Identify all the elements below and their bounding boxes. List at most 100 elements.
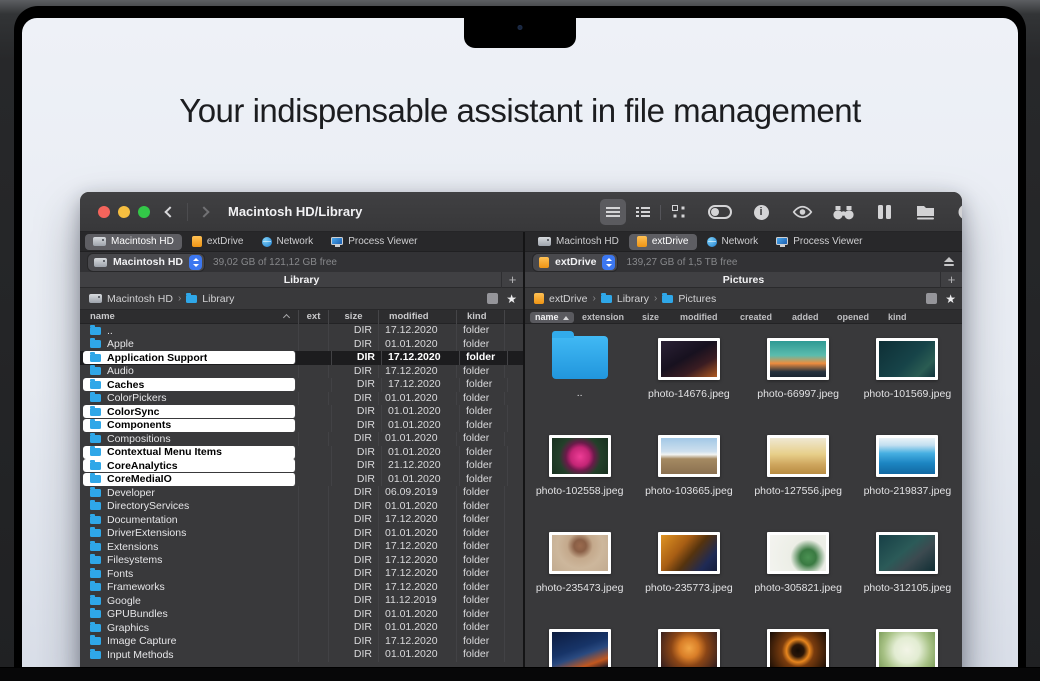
file-row-colorpickers[interactable]: ColorPickersDIR01.01.2020folder [80, 392, 523, 406]
column-header-ext[interactable]: ext [299, 310, 329, 324]
column-header-name[interactable]: name [530, 312, 574, 323]
toggle-button[interactable] [707, 199, 733, 225]
column-header-opened[interactable]: opened [832, 312, 874, 323]
file-row-coreanalytics[interactable]: CoreAnalyticsDIR21.12.2020folder [80, 459, 523, 473]
breadcrumb-item-library[interactable]: Library [601, 293, 649, 305]
drive-icon [89, 294, 102, 303]
grid-item-label: photo-219837.jpeg [864, 485, 952, 498]
grid-item-photo-235773-jpeg[interactable]: photo-235773.jpeg [634, 518, 743, 615]
file-row-audio[interactable]: AudioDIR17.12.2020folder [80, 365, 523, 379]
file-row-application-support[interactable]: Application SupportDIR17.12.2020folder [80, 351, 523, 365]
column-header-modified[interactable]: modified [379, 310, 457, 324]
column-header-kind[interactable]: kind [883, 312, 912, 323]
file-row-gpubundles[interactable]: GPUBundlesDIR01.01.2020folder [80, 608, 523, 622]
close-button[interactable] [98, 206, 110, 218]
view-detail-icon [636, 207, 639, 210]
column-header-added[interactable]: added [787, 312, 824, 323]
grid-item-photo-66997-jpeg[interactable]: photo-66997.jpeg [744, 324, 853, 421]
file-row-fonts[interactable]: FontsDIR17.12.2020folder [80, 567, 523, 581]
column-header-created[interactable]: created [735, 312, 777, 323]
file-row-image-capture[interactable]: Image CaptureDIR17.12.2020folder [80, 635, 523, 649]
favorites-button[interactable] [506, 293, 517, 305]
dual-pane-button[interactable] [871, 199, 897, 225]
tab-network[interactable]: Network [699, 234, 767, 250]
grid-item-photo-101569-jpeg[interactable]: photo-101569.jpeg [853, 324, 962, 421]
file-row-coremediaio[interactable]: CoreMediaIODIR01.01.2020folder [80, 473, 523, 487]
eject-button[interactable] [943, 257, 954, 268]
network-share-button[interactable] [912, 199, 938, 225]
file-row-contextual-menu-items[interactable]: Contextual Menu ItemsDIR01.01.2020folder [80, 446, 523, 460]
breadcrumb-tools [487, 293, 517, 305]
file-row-documentation[interactable]: DocumentationDIR17.12.2020folder [80, 513, 523, 527]
file-row-input-methods[interactable]: Input MethodsDIR01.01.2020folder [80, 648, 523, 662]
select-button[interactable] [487, 293, 498, 304]
network-share-icon [916, 205, 935, 220]
grid-item-photo-103665-jpeg[interactable]: photo-103665.jpeg [634, 421, 743, 518]
right-column-headers: nameextension size modified created added ope… [525, 310, 962, 324]
column-header-size[interactable]: size [637, 312, 664, 323]
tab-macintosh-hd[interactable]: Macintosh HD [530, 234, 627, 250]
column-header-size[interactable]: size [329, 310, 379, 324]
file-row-apple[interactable]: AppleDIR01.01.2020folder [80, 338, 523, 352]
view-grid-button[interactable] [666, 199, 692, 225]
window-titlebar[interactable]: Macintosh HD/Library [80, 192, 962, 232]
info-button[interactable] [748, 199, 774, 225]
column-header-modified[interactable]: modified [675, 312, 723, 323]
file-row-components[interactable]: ComponentsDIR01.01.2020folder [80, 419, 523, 433]
column-header-extension[interactable]: extension [577, 312, 629, 323]
file-row-google[interactable]: GoogleDIR11.12.2019folder [80, 594, 523, 608]
file-row-driverextensions[interactable]: DriverExtensionsDIR01.01.2020folder [80, 527, 523, 541]
favorites-button[interactable] [945, 293, 956, 305]
breadcrumb-item-macintosh-hd[interactable]: Macintosh HD [89, 293, 173, 305]
new-tab-button[interactable] [940, 272, 962, 288]
grid-item--[interactable]: .. [525, 324, 634, 421]
breadcrumb-item-extdrive[interactable]: extDrive [534, 293, 588, 305]
forward-button[interactable] [198, 206, 209, 217]
volume-selector[interactable]: Macintosh HD [88, 254, 204, 271]
minimize-button[interactable] [118, 206, 130, 218]
file-row-compositions[interactable]: CompositionsDIR01.01.2020folder [80, 432, 523, 446]
tab-extdrive[interactable]: extDrive [629, 234, 697, 250]
file-row--[interactable]: ..DIR17.12.2020folder [80, 324, 523, 338]
screen-content: Your indispensable assistant in file man… [22, 18, 1018, 681]
file-row-frameworks[interactable]: FrameworksDIR17.12.2020folder [80, 581, 523, 595]
preview-button[interactable] [789, 199, 815, 225]
grid-item-photo-102558-jpeg[interactable]: photo-102558.jpeg [525, 421, 634, 518]
column-header-kind[interactable]: kind [457, 310, 505, 324]
grid-item-photo-235473-jpeg[interactable]: photo-235473.jpeg [525, 518, 634, 615]
file-name-cell: Components [83, 419, 296, 432]
breadcrumb-item-pictures[interactable]: Pictures [662, 293, 716, 305]
file-row-developer[interactable]: DeveloperDIR06.09.2019folder [80, 486, 523, 500]
file-name-cell: Documentation [80, 513, 299, 527]
download-button[interactable] [953, 199, 962, 225]
grid-item-photo-14676-jpeg[interactable]: photo-14676.jpeg [634, 324, 743, 421]
back-button[interactable] [164, 206, 175, 217]
grid-item-photo-127556-jpeg[interactable]: photo-127556.jpeg [744, 421, 853, 518]
tab-extdrive[interactable]: extDrive [184, 234, 252, 250]
file-row-colorsync[interactable]: ColorSyncDIR01.01.2020folder [80, 405, 523, 419]
view-detail-button[interactable] [629, 199, 655, 225]
grid-item-photo-312105-jpeg[interactable]: photo-312105.jpeg [853, 518, 962, 615]
new-tab-button[interactable] [501, 272, 523, 288]
volume-selector[interactable]: extDrive [533, 254, 617, 271]
tab-network[interactable]: Network [254, 234, 322, 250]
breadcrumb-item-library[interactable]: Library [186, 293, 234, 305]
select-button[interactable] [926, 293, 937, 304]
grid-item-photo-305821-jpeg[interactable]: photo-305821.jpeg [744, 518, 853, 615]
file-row-extensions[interactable]: ExtensionsDIR17.12.2020folder [80, 540, 523, 554]
grid-item-label: photo-14676.jpeg [648, 388, 730, 401]
grid-item-photo-219837-jpeg[interactable]: photo-219837.jpeg [853, 421, 962, 518]
column-header-name[interactable]: name [80, 310, 299, 324]
file-row-filesystems[interactable]: FilesystemsDIR17.12.2020folder [80, 554, 523, 568]
tab-process-viewer[interactable]: Process Viewer [768, 234, 870, 250]
file-row-graphics[interactable]: GraphicsDIR01.01.2020folder [80, 621, 523, 635]
folder-icon [552, 336, 608, 379]
search-button[interactable] [830, 199, 856, 225]
grid-item-label: photo-305821.jpeg [754, 582, 842, 595]
zoom-button[interactable] [138, 206, 150, 218]
file-row-directoryservices[interactable]: DirectoryServicesDIR01.01.2020folder [80, 500, 523, 514]
tab-process-viewer[interactable]: Process Viewer [323, 234, 425, 250]
view-list-button[interactable] [600, 199, 626, 225]
file-row-caches[interactable]: CachesDIR17.12.2020folder [80, 378, 523, 392]
tab-macintosh-hd[interactable]: Macintosh HD [85, 234, 182, 250]
